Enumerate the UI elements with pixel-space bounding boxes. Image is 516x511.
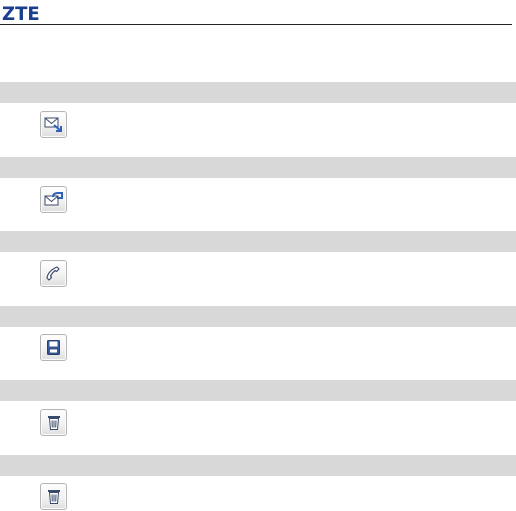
forward-message-icon [44,192,63,206]
section-bar-2 [0,157,516,178]
reply-message-icon [44,117,62,132]
save-icon [47,340,60,355]
save-button[interactable] [40,334,67,361]
forward-message-button[interactable] [40,186,67,213]
delete-all-button[interactable] [40,483,67,510]
call-icon [46,266,60,281]
section-bar-6 [0,455,516,476]
delete-icon [47,490,60,504]
section-bar-1 [0,82,516,103]
delete-icon [47,416,60,430]
reply-message-button[interactable] [40,111,67,138]
delete-button[interactable] [40,409,67,436]
section-bar-3 [0,231,516,252]
zte-logo: ZTE [2,3,40,25]
section-bar-4 [0,306,516,327]
section-bar-5 [0,380,516,401]
header-divider [0,24,512,25]
call-button[interactable] [40,260,67,287]
